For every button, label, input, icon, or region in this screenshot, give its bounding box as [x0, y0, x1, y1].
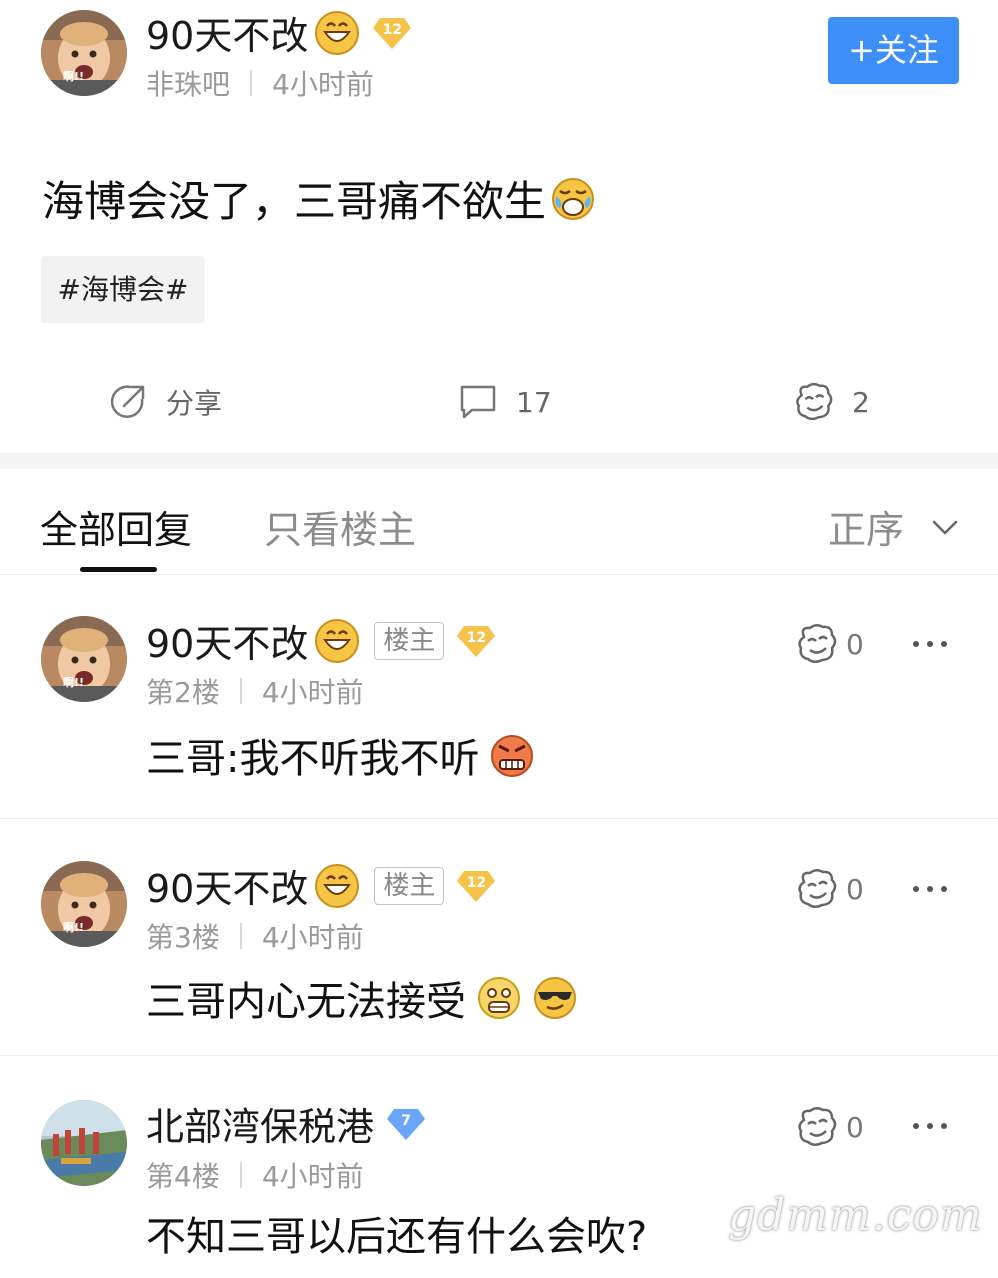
reply-item: 啊!! 90天不改 楼主 12 第2楼 4小时前 0 三哥:我不听我不听 — [0, 576, 998, 819]
more-icon — [913, 886, 947, 892]
reply-item: 啊!! 90天不改 楼主 12 第3楼 4小时前 0 三哥内心无法接受 — [0, 819, 998, 1056]
post-detail-page: 啊!! 90天不改 12 非珠吧 4小时前 +关注 海博会没了，三哥痛不欲生 #… — [0, 0, 998, 1278]
reply-like-count: 0 — [846, 872, 864, 906]
reply-like-button[interactable]: 0 — [796, 623, 864, 665]
comment-icon — [460, 385, 496, 419]
reply-content-text: 三哥内心无法接受 — [146, 979, 466, 1025]
grinning-face-icon — [314, 618, 360, 664]
avatar-caption: 啊!! — [63, 70, 85, 83]
post-meta: 非珠吧 4小时前 — [146, 63, 374, 103]
meta-divider — [239, 923, 242, 949]
reply-like-count: 0 — [846, 627, 864, 661]
like-icon — [798, 869, 837, 908]
reply-avatar[interactable]: 啊!! — [41, 861, 127, 947]
comment-count: 17 — [516, 385, 552, 419]
like-icon — [798, 624, 837, 663]
post-time: 4小时前 — [272, 68, 374, 101]
reply-content-text: 不知三哥以后还有什么会吹? — [146, 1214, 648, 1260]
comment-button[interactable]: 17 — [458, 370, 552, 434]
reply-author-row: 北部湾保税港 7 — [146, 1096, 426, 1151]
forum-name[interactable]: 非珠吧 — [146, 63, 230, 103]
owner-tag: 楼主 — [374, 866, 445, 905]
author-name-row: 90天不改 12 — [146, 5, 412, 60]
floor-number: 第2楼 — [146, 676, 220, 709]
crying-face-icon — [550, 176, 596, 222]
more-icon — [913, 1123, 947, 1129]
post-header: 啊!! 90天不改 12 非珠吧 4小时前 +关注 — [0, 0, 998, 120]
reply-meta: 第3楼 4小时前 — [146, 916, 364, 956]
author-avatar[interactable]: 啊!! — [41, 10, 127, 96]
sort-dropdown[interactable]: 正序 — [828, 499, 960, 554]
like-icon — [798, 1107, 837, 1146]
post-actions: 分享 17 2 — [0, 370, 998, 434]
reply-like-button[interactable]: 0 — [796, 868, 864, 910]
reply-like-button[interactable]: 0 — [796, 1106, 864, 1148]
fearful-face-icon — [476, 975, 522, 1021]
reply-meta: 第4楼 4小时前 — [146, 1155, 364, 1195]
reply-author-row: 90天不改 楼主 12 — [146, 858, 496, 913]
level-number: 12 — [466, 874, 487, 891]
reply-meta: 第2楼 4小时前 — [146, 671, 364, 711]
more-button[interactable] — [910, 1116, 950, 1136]
reply-author-row: 90天不改 楼主 12 — [146, 613, 496, 668]
reply-author-name[interactable]: 90天不改 — [146, 613, 308, 668]
tab-all-replies[interactable]: 全部回复 — [40, 499, 192, 554]
angry-face-icon — [489, 732, 535, 778]
floor-number: 第4楼 — [146, 1160, 220, 1193]
grinning-face-icon — [314, 10, 360, 56]
reply-avatar[interactable]: 啊!! — [41, 616, 127, 702]
level-badge: 12 — [372, 16, 412, 50]
author-name[interactable]: 90天不改 — [146, 5, 308, 60]
reply-time: 4小时前 — [261, 1160, 364, 1193]
more-button[interactable] — [910, 879, 950, 899]
share-button[interactable]: 分享 — [108, 370, 222, 434]
reply-content: 三哥:我不听我不听 — [146, 726, 535, 784]
meta-divider — [250, 70, 253, 96]
reply-time: 4小时前 — [261, 676, 364, 709]
floor-number: 第3楼 — [146, 921, 220, 954]
avatar-caption: 啊!! — [63, 921, 85, 934]
reply-item: 北部湾保税港 7 第4楼 4小时前 0 不知三哥以后还有什么会吹? — [0, 1056, 998, 1278]
reply-author-name[interactable]: 北部湾保税港 — [146, 1096, 374, 1151]
meta-divider — [239, 678, 242, 704]
tab-owner-only[interactable]: 只看楼主 — [264, 499, 416, 554]
grinning-face-icon — [314, 863, 360, 909]
sunglasses-face-icon — [532, 975, 578, 1021]
reply-tabs: 全部回复 只看楼主 正序 — [0, 469, 998, 575]
post-content-text: 海博会没了，三哥痛不欲生 — [42, 177, 547, 226]
follow-button[interactable]: +关注 — [828, 17, 959, 84]
reply-content-text: 三哥:我不听我不听 — [146, 736, 480, 782]
level-badge: 12 — [456, 869, 496, 903]
reply-like-count: 0 — [846, 1110, 864, 1144]
section-divider — [0, 453, 998, 469]
chevron-down-icon — [932, 520, 958, 534]
active-tab-indicator — [80, 567, 157, 572]
like-icon — [796, 382, 833, 421]
share-icon — [110, 385, 145, 418]
share-label: 分享 — [166, 387, 223, 420]
reply-content: 三哥内心无法接受 — [146, 969, 578, 1027]
sort-label: 正序 — [828, 508, 905, 552]
level-number: 12 — [382, 21, 403, 38]
meta-divider — [239, 1162, 242, 1188]
like-count: 2 — [852, 385, 870, 419]
level-number: 12 — [466, 629, 487, 646]
site-watermark: gdmm.com — [728, 1190, 983, 1241]
more-icon — [913, 641, 947, 647]
more-button[interactable] — [910, 634, 950, 654]
level-badge: 12 — [456, 624, 496, 658]
reply-avatar[interactable] — [41, 1100, 127, 1186]
reply-content: 不知三哥以后还有什么会吹? — [146, 1204, 647, 1262]
like-button[interactable]: 2 — [794, 370, 870, 434]
reply-author-name[interactable]: 90天不改 — [146, 858, 308, 913]
post-content: 海博会没了，三哥痛不欲生 — [42, 168, 596, 229]
avatar-caption: 啊!! — [63, 676, 85, 689]
topic-tag[interactable]: #海博会# — [41, 256, 205, 323]
level-number: 7 — [401, 1112, 411, 1129]
owner-tag: 楼主 — [374, 621, 445, 660]
reply-time: 4小时前 — [261, 921, 364, 954]
level-badge: 7 — [386, 1107, 426, 1141]
